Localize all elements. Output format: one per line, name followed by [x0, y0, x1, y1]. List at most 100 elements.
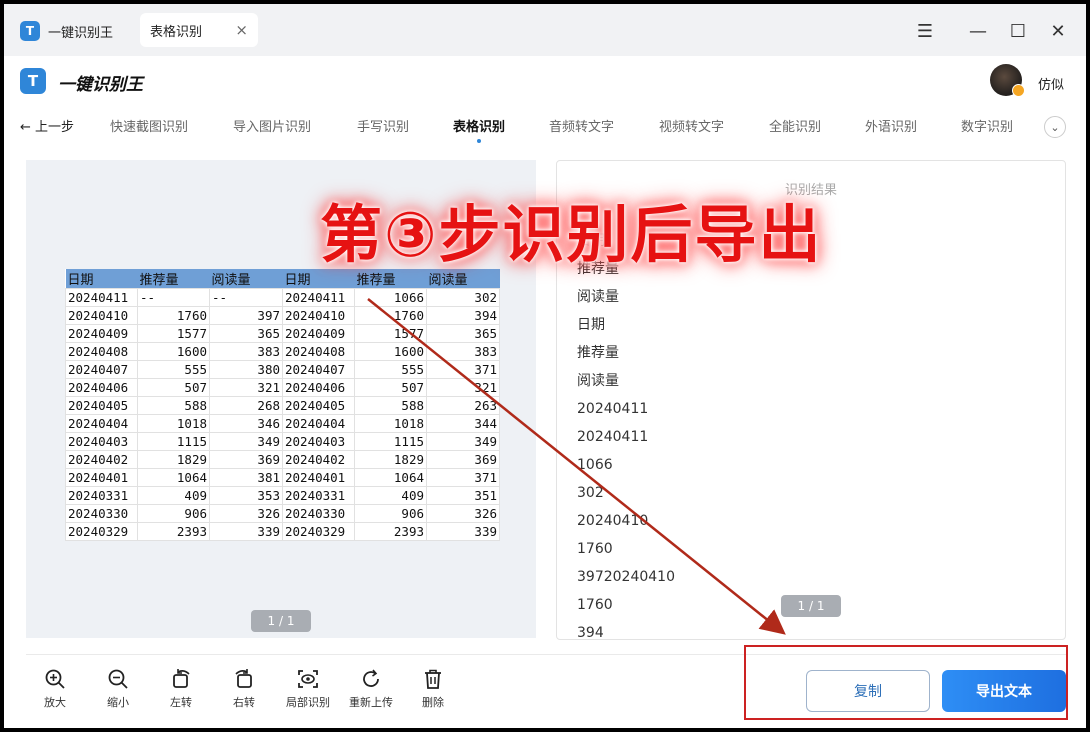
- tab-table-recognition[interactable]: 表格识别 ×: [140, 13, 258, 47]
- table-cell: 1600: [354, 342, 427, 361]
- rotate-left-label: 左转: [170, 696, 192, 709]
- table-cell: 346: [209, 414, 283, 433]
- table-cell: 369: [209, 450, 283, 469]
- preview-table: 日期 推荐量 阅读量 日期 推荐量 阅读量 20240411 -- -- 20240411 106…: [65, 269, 500, 541]
- close-icon[interactable]: ✕: [1044, 17, 1072, 45]
- nav-item-screenshot[interactable]: 快速截图识别: [110, 116, 188, 135]
- username[interactable]: 仿似: [1038, 74, 1064, 93]
- list-item: 20240410: [577, 513, 649, 529]
- table-cell: 20240410: [65, 306, 138, 325]
- zoom-in-label: 放大: [44, 696, 66, 709]
- zoom-in-button[interactable]: 放大: [27, 668, 83, 716]
- table-row: 20240405 588 268 20240405 588 263: [65, 396, 500, 415]
- rotate-right-icon: [235, 669, 252, 688]
- table-row: 20240402 1829 369 20240402 1829 369: [65, 450, 500, 469]
- rotate-left-icon: [173, 669, 190, 688]
- table-cell: 20240407: [65, 360, 138, 379]
- app-header: T 一键识别王 仿似: [4, 56, 1086, 102]
- reupload-button[interactable]: 重新上传: [343, 668, 399, 716]
- zoom-out-button[interactable]: 缩小: [90, 668, 146, 716]
- feature-nav: ← 上一步 快速截图识别 导入图片识别 手写识别 表格识别 音频转文字 视频转文…: [4, 108, 1086, 143]
- back-button[interactable]: ← 上一步: [20, 116, 74, 135]
- table-row: 20240401 1064 381 20240401 1064 371: [65, 468, 500, 487]
- list-item: 阅读量: [577, 373, 619, 389]
- maximize-icon[interactable]: ☐: [1004, 17, 1032, 45]
- copy-button[interactable]: 复制: [806, 670, 930, 712]
- table-cell: 20240405: [65, 396, 138, 415]
- trash-icon: [425, 669, 441, 689]
- app-logo-icon: T: [20, 21, 40, 41]
- titlebar-app-name: 一键识别王: [48, 25, 114, 41]
- table-cell: 383: [426, 342, 500, 361]
- nav-item-handwriting[interactable]: 手写识别: [357, 116, 409, 135]
- partial-recognize-button[interactable]: 局部识别: [280, 668, 336, 716]
- list-item: 394: [577, 625, 604, 640]
- titlebar-app: T 一键识别王: [20, 18, 113, 44]
- list-item: 1066: [577, 457, 613, 473]
- table-cell: 1064: [354, 468, 427, 487]
- rotate-right-button[interactable]: 右转: [216, 668, 272, 716]
- table-row: 20240411 -- -- 20240411 1066 302: [65, 288, 500, 307]
- table-cell: 588: [137, 396, 210, 415]
- table-cell: 326: [426, 504, 500, 523]
- table-cell: --: [209, 288, 283, 307]
- table-cell: 409: [354, 486, 427, 505]
- nav-item-foreign[interactable]: 外语识别: [865, 116, 917, 135]
- table-cell: 1066: [354, 288, 427, 307]
- table-cell: 397: [209, 306, 283, 325]
- reupload-label: 重新上传: [349, 696, 393, 709]
- table-cell: 369: [426, 450, 500, 469]
- table-cell: 383: [209, 342, 283, 361]
- list-item: 推荐量: [577, 345, 619, 361]
- table-cell: 507: [137, 378, 210, 397]
- nav-item-audio[interactable]: 音频转文字: [549, 116, 614, 135]
- table-cell: 394: [426, 306, 500, 325]
- table-cell: 20240410: [282, 306, 355, 325]
- table-cell: 2393: [354, 522, 427, 541]
- table-cell: 1577: [137, 324, 210, 343]
- zoom-out-label: 缩小: [107, 696, 129, 709]
- table-cell: 20240331: [282, 486, 355, 505]
- table-cell: 20240409: [282, 324, 355, 343]
- table-cell: 1577: [354, 324, 427, 343]
- table-cell: 263: [426, 396, 500, 415]
- table-row: 20240410 1760 397 20240410 1760 394: [65, 306, 500, 325]
- table-cell: 1760: [137, 306, 210, 325]
- nav-item-video[interactable]: 视频转文字: [659, 116, 724, 135]
- table-image: 日期 推荐量 阅读量 日期 推荐量 阅读量 20240411 -- -- 20240411 106…: [65, 269, 500, 541]
- table-cell: 20240401: [282, 468, 355, 487]
- menu-icon[interactable]: ☰: [911, 17, 939, 45]
- table-cell: 20240402: [65, 450, 138, 469]
- table-cell: 344: [426, 414, 500, 433]
- avatar[interactable]: [990, 64, 1025, 97]
- table-cell: 1600: [137, 342, 210, 361]
- nav-item-all[interactable]: 全能识别: [769, 116, 821, 135]
- table-cell: 588: [354, 396, 427, 415]
- app-window: T 一键识别王 表格识别 × ☰ — ☐ ✕ T 一键识别王 仿似 ← 上一步 …: [4, 4, 1086, 728]
- table-row: 20240403 1115 349 20240403 1115 349: [65, 432, 500, 451]
- delete-button[interactable]: 删除: [405, 668, 461, 716]
- export-text-button[interactable]: 导出文本: [942, 670, 1066, 712]
- table-header-cell: 阅读量: [209, 269, 283, 289]
- table-cell: 1829: [354, 450, 427, 469]
- table-cell: 302: [426, 288, 500, 307]
- table-cell: 1115: [137, 432, 210, 451]
- rotate-left-button[interactable]: 左转: [153, 668, 209, 716]
- nav-item-table[interactable]: 表格识别: [453, 116, 505, 143]
- table-body: 20240411 -- -- 20240411 1066 302 20240410 1760 3…: [65, 288, 500, 541]
- table-row: 20240409 1577 365 20240409 1577 365: [65, 324, 500, 343]
- nav-more-chevron-down-icon[interactable]: ⌄: [1044, 116, 1066, 138]
- table-cell: 326: [209, 504, 283, 523]
- table-cell: 365: [426, 324, 500, 343]
- minimize-icon[interactable]: —: [964, 17, 992, 45]
- nav-item-import-image[interactable]: 导入图片识别: [233, 116, 311, 135]
- table-cell: 20240407: [282, 360, 355, 379]
- tab-close-icon[interactable]: ×: [235, 21, 248, 39]
- delete-label: 删除: [422, 696, 444, 709]
- table-cell: 1018: [354, 414, 427, 433]
- list-item: 20240411: [577, 429, 649, 445]
- nav-item-digit[interactable]: 数字识别: [961, 116, 1013, 135]
- list-item: 20240411: [577, 401, 649, 417]
- result-list[interactable]: 日期 推荐量 阅读量 日期 推荐量 阅读量 20240411 20240411 1066 302 2…: [577, 227, 675, 640]
- partial-recognize-label: 局部识别: [286, 696, 330, 709]
